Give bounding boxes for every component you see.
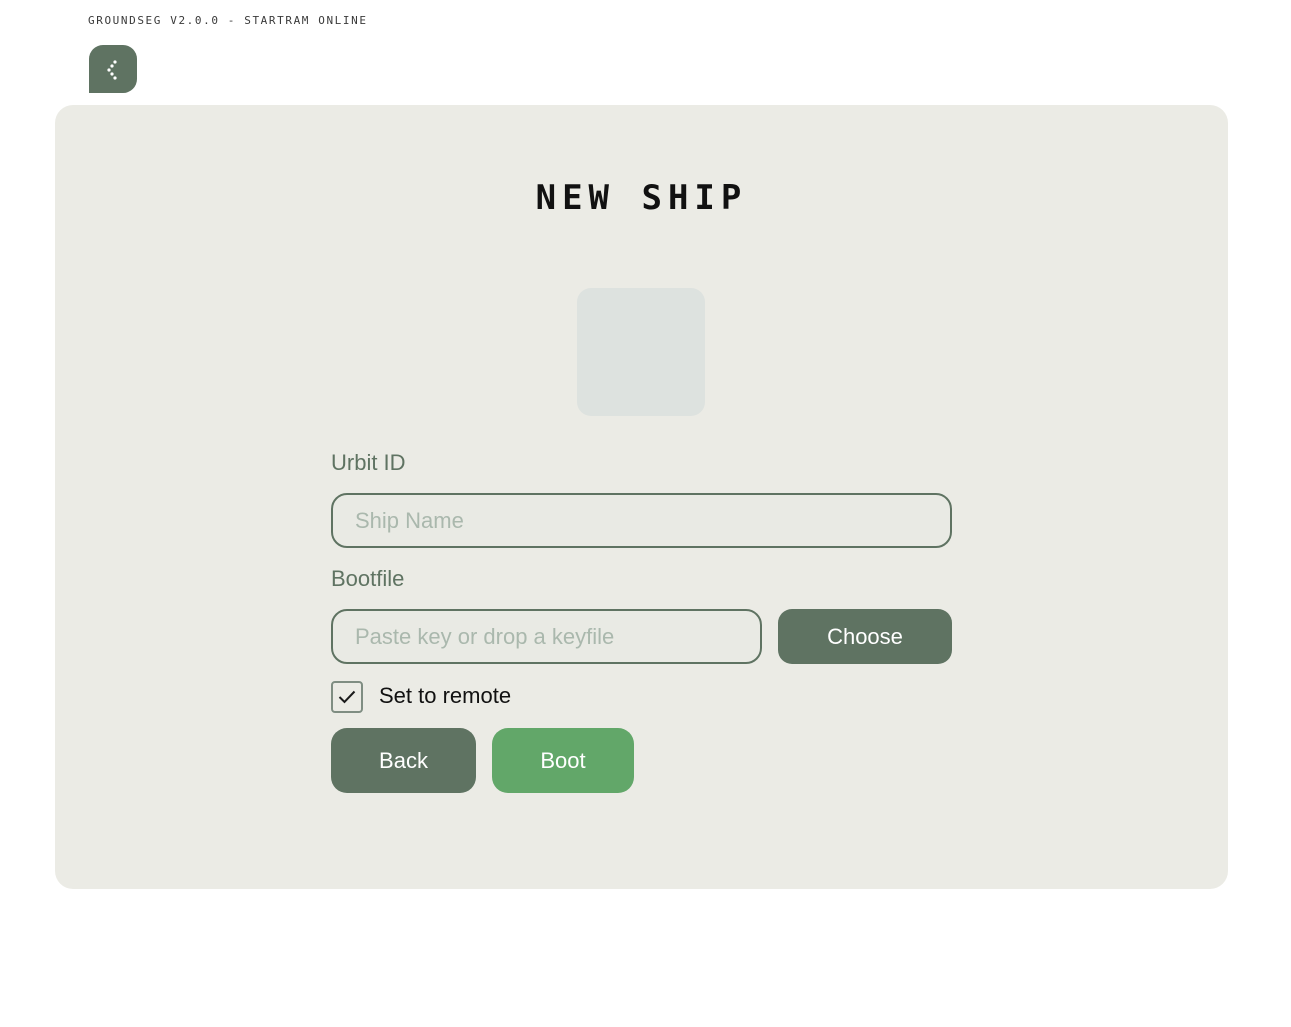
remote-checkbox-label[interactable]: Set to remote bbox=[379, 683, 511, 709]
bootfile-input[interactable] bbox=[331, 609, 762, 664]
back-button[interactable]: Back bbox=[331, 728, 476, 793]
sigil-placeholder bbox=[577, 288, 705, 416]
menu-button[interactable] bbox=[89, 45, 137, 93]
page-title: NEW SHIP bbox=[535, 178, 748, 218]
boot-button[interactable]: Boot bbox=[492, 728, 634, 793]
checkmark-icon bbox=[338, 690, 356, 704]
status-line: GROUNDSEG V2.0.0 - STARTRAM ONLINE bbox=[88, 14, 368, 27]
remote-checkbox[interactable] bbox=[331, 681, 363, 713]
share-dots-icon bbox=[107, 60, 117, 80]
bootfile-label: Bootfile bbox=[331, 566, 405, 591]
urbit-id-label: Urbit ID bbox=[331, 450, 406, 475]
choose-file-button[interactable]: Choose bbox=[778, 609, 952, 664]
ship-name-input[interactable] bbox=[331, 493, 952, 548]
